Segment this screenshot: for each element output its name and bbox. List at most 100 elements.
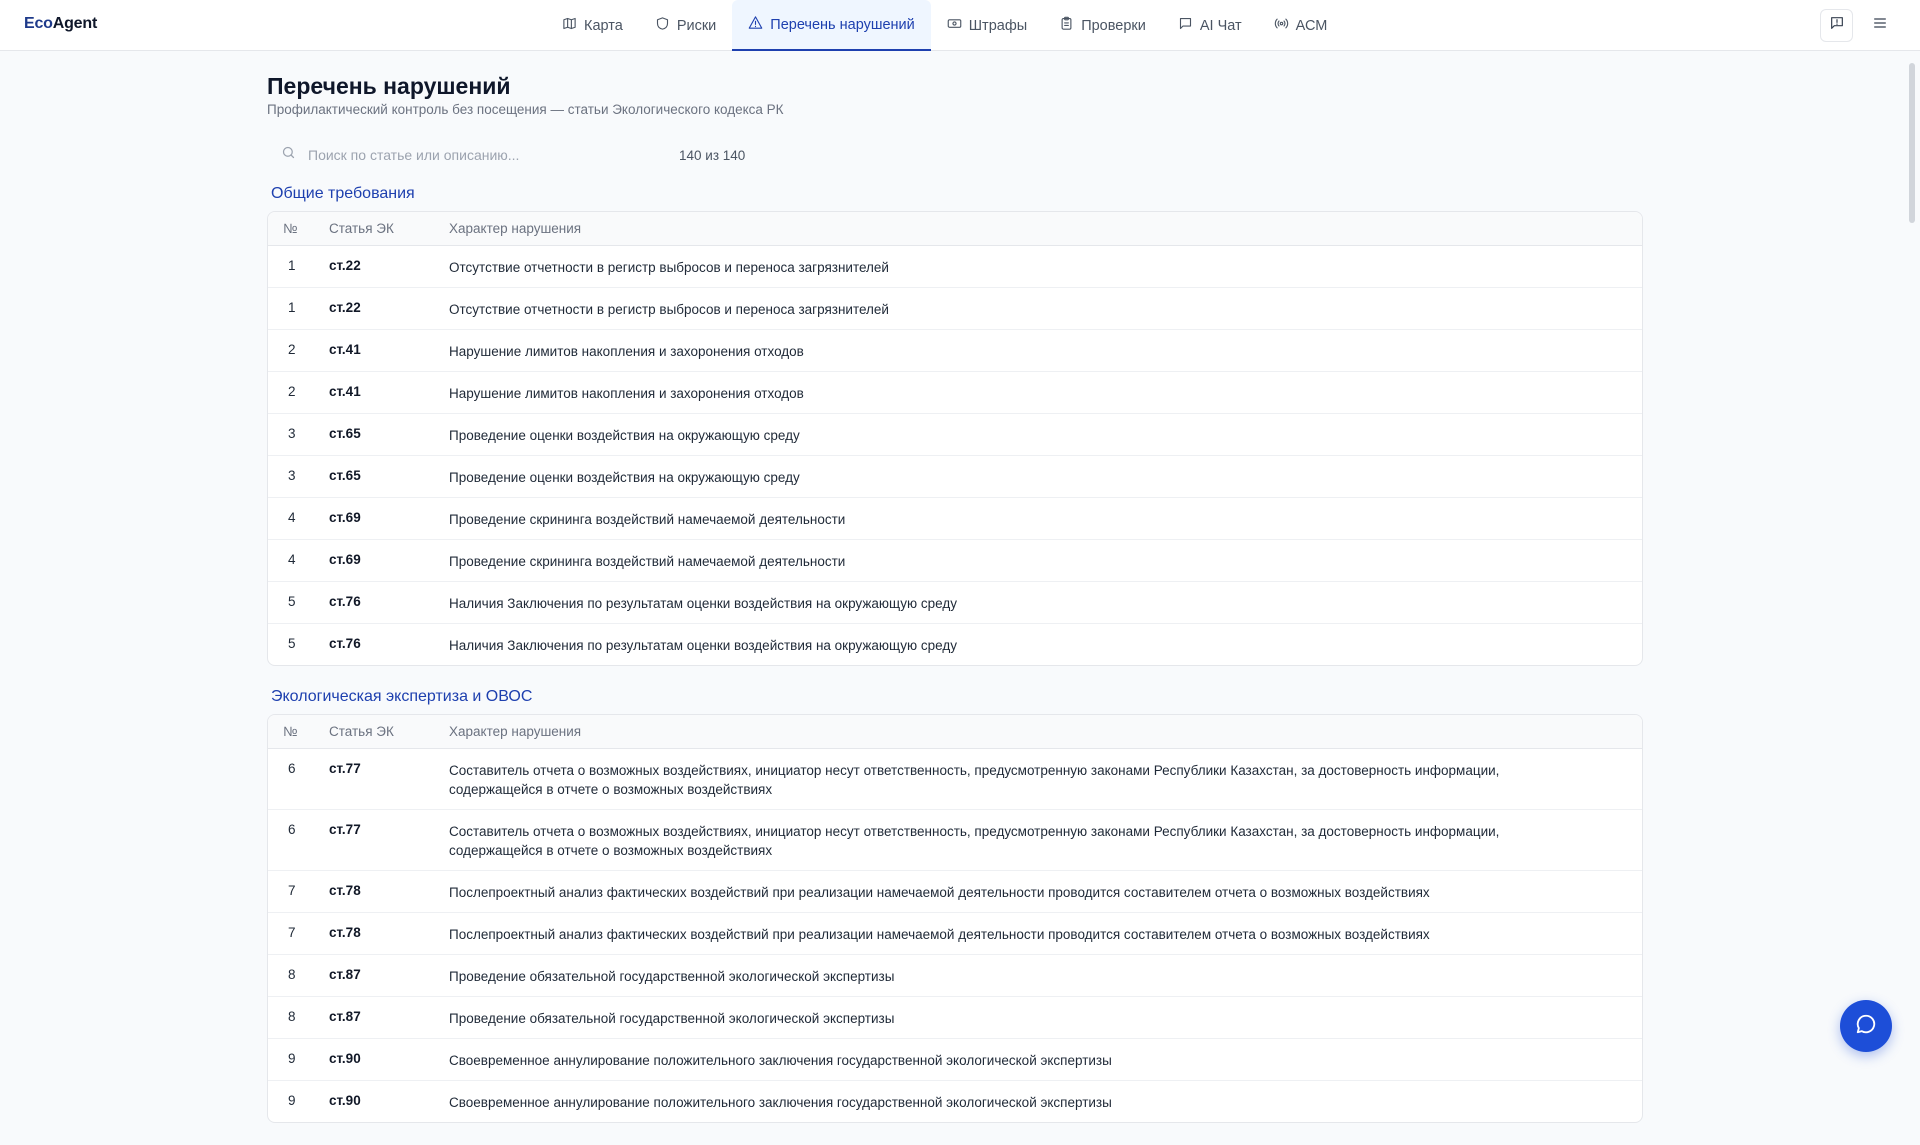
table-row[interactable]: 5 ст.76 Наличия Заключения по результатам … <box>268 582 1642 624</box>
row-description: Наличия Заключения по результатам оценки… <box>449 596 957 611</box>
row-article: ст.69 <box>329 552 361 567</box>
table-row[interactable]: 4 ст.69 Проведение скрининга воздействий н… <box>268 498 1642 540</box>
row-article: ст.78 <box>329 883 361 898</box>
row-article: ст.90 <box>329 1051 361 1066</box>
row-number: 3 <box>288 426 296 441</box>
row-article: ст.22 <box>329 300 361 315</box>
table-row[interactable]: 9 ст.90 Своевременное аннулирование положи… <box>268 1039 1642 1081</box>
row-number: 8 <box>288 967 296 982</box>
row-article: ст.77 <box>329 761 361 776</box>
banknote-icon <box>947 16 962 35</box>
table-row[interactable]: 6 ст.77 Составитель отчета о возможных воз… <box>268 810 1642 871</box>
nav-tab-label: Перечень нарушений <box>770 16 915 33</box>
nav-tab-ai-chat[interactable]: AI Чат <box>1162 0 1258 51</box>
row-number: 5 <box>288 636 296 651</box>
table-row[interactable]: 2 ст.41 Нарушение лимитов накопления и зах… <box>268 330 1642 372</box>
row-number: 7 <box>288 883 296 898</box>
table-row[interactable]: 1 ст.22 Отсутствие отчетности в регистр вы… <box>268 246 1642 288</box>
chat-fab-button[interactable] <box>1840 1000 1892 1052</box>
row-description: Отсутствие отчетности в регистр выбросов… <box>449 260 889 275</box>
nav-tab-label: Риски <box>676 17 717 34</box>
table-row[interactable]: 8 ст.87 Проведение обязательной государств… <box>268 997 1642 1039</box>
message-icon <box>1178 16 1193 35</box>
nav-tab-label: АСМ <box>1295 17 1328 34</box>
menu-icon <box>1872 15 1888 36</box>
table-row[interactable]: 4 ст.69 Проведение скрининга воздействий н… <box>268 540 1642 582</box>
violations-table: № Статья ЭК Характер нарушения 6 ст.77 Состав… <box>267 714 1643 1123</box>
nav-tab-fines[interactable]: Штрафы <box>931 0 1043 51</box>
table-row[interactable]: 5 ст.76 Наличия Заключения по результатам … <box>268 624 1642 665</box>
row-description: Проведение оценки воздействия на окружаю… <box>449 470 800 485</box>
table-row[interactable]: 7 ст.78 Послепроектный анализ фактических … <box>268 871 1642 913</box>
row-description: Послепроектный анализ фактических воздей… <box>449 885 1430 900</box>
nav-tab-risks[interactable]: Риски <box>639 0 732 51</box>
page-scrollbar[interactable] <box>1904 51 1920 1080</box>
row-number: 4 <box>288 552 296 567</box>
row-number: 2 <box>288 342 296 357</box>
nav-tab-label: Карта <box>584 17 623 34</box>
column-header-article[interactable]: Статья ЭК <box>329 221 449 236</box>
row-article: ст.77 <box>329 822 361 837</box>
column-header-description[interactable]: Характер нарушения <box>449 724 1642 739</box>
brand-logo[interactable]: EcoAgent <box>24 15 97 33</box>
result-count: 140 из 140 <box>679 147 746 163</box>
row-number: 2 <box>288 384 296 399</box>
row-article: ст.69 <box>329 510 361 525</box>
row-number: 7 <box>288 925 296 940</box>
clipboard-icon <box>1059 16 1074 35</box>
row-article: ст.41 <box>329 384 361 399</box>
table-row[interactable]: 8 ст.87 Проведение обязательной государств… <box>268 955 1642 997</box>
row-description: Отсутствие отчетности в регистр выбросов… <box>449 302 889 317</box>
row-number: 4 <box>288 510 296 525</box>
table-row[interactable]: 2 ст.41 Нарушение лимитов накопления и зах… <box>268 372 1642 414</box>
main-content: Перечень нарушений Профилактический конт… <box>267 51 1643 1145</box>
column-header-description[interactable]: Характер нарушения <box>449 221 1642 236</box>
nav-tab-label: AI Чат <box>1199 17 1242 34</box>
column-header-num[interactable]: № <box>268 221 329 236</box>
row-number: 3 <box>288 468 296 483</box>
search-icon <box>281 145 296 165</box>
row-description: Своевременное аннулирование положительно… <box>449 1095 1112 1110</box>
table-row[interactable]: 1 ст.22 Отсутствие отчетности в регистр вы… <box>268 288 1642 330</box>
feedback-button[interactable] <box>1820 9 1853 42</box>
row-article: ст.76 <box>329 636 361 651</box>
row-article: ст.78 <box>329 925 361 940</box>
feedback-icon <box>1829 15 1845 36</box>
search-box[interactable] <box>267 135 667 175</box>
row-description: Составитель отчета о возможных воздейств… <box>449 824 1500 858</box>
row-article: ст.90 <box>329 1093 361 1108</box>
row-description: Послепроектный анализ фактических воздей… <box>449 927 1430 942</box>
table-row[interactable]: 9 ст.90 Своевременное аннулирование положи… <box>268 1081 1642 1122</box>
search-input[interactable] <box>306 146 646 164</box>
table-row[interactable]: 3 ст.65 Проведение оценки воздействия на о… <box>268 456 1642 498</box>
scrollbar-thumb[interactable] <box>1909 63 1915 223</box>
warning-icon <box>748 15 763 34</box>
nav-tab-inspections[interactable]: Проверки <box>1043 0 1162 51</box>
row-number: 9 <box>288 1093 296 1108</box>
row-description: Нарушение лимитов накопления и захоронен… <box>449 344 804 359</box>
page-subtitle: Профилактический контроль без посещения … <box>267 102 784 117</box>
table-row[interactable]: 3 ст.65 Проведение оценки воздействия на о… <box>268 414 1642 456</box>
row-description: Проведение оценки воздействия на окружаю… <box>449 428 800 443</box>
row-article: ст.22 <box>329 258 361 273</box>
column-header-article[interactable]: Статья ЭК <box>329 724 449 739</box>
row-article: ст.41 <box>329 342 361 357</box>
row-description: Проведение скрининга воздействий намечае… <box>449 554 846 569</box>
shield-icon <box>655 16 670 35</box>
row-article: ст.65 <box>329 468 361 483</box>
section-title: Общие требования <box>271 185 415 202</box>
table-row[interactable]: 7 ст.78 Послепроектный анализ фактических … <box>268 913 1642 955</box>
row-number: 9 <box>288 1051 296 1066</box>
column-header-num[interactable]: № <box>268 724 329 739</box>
table-row[interactable]: 6 ст.77 Составитель отчета о возможных воз… <box>268 749 1642 810</box>
row-article: ст.87 <box>329 1009 361 1024</box>
nav-tab-asm[interactable]: АСМ <box>1258 0 1344 51</box>
nav-tab-map[interactable]: Карта <box>546 0 639 51</box>
row-description: Проведение обязательной государственной … <box>449 1011 895 1026</box>
violation-sections: Общие требования № Статья ЭК Характер наруш… <box>267 185 1643 1123</box>
brand-logo-part2: Agent <box>52 15 98 32</box>
table-header: № Статья ЭК Характер нарушения <box>268 212 1642 246</box>
menu-button[interactable] <box>1863 9 1896 42</box>
header-actions <box>1820 9 1896 42</box>
nav-tab-violations[interactable]: Перечень нарушений <box>732 0 931 51</box>
